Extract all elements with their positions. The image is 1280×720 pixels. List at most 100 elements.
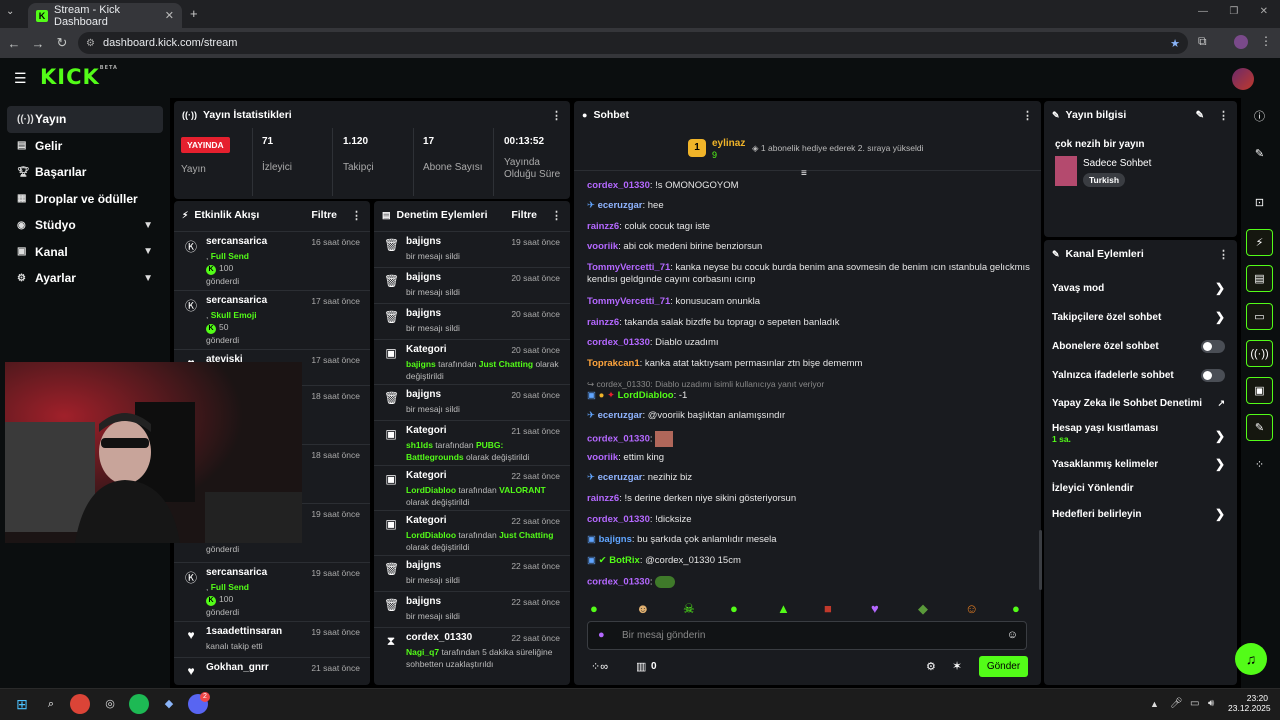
clock[interactable]: 23:20 23.12.2025 <box>1228 693 1271 713</box>
sidebar-item-droplar[interactable]: ▦ Droplar ve ödüller <box>7 186 163 213</box>
gifter-count: 9 <box>712 150 718 160</box>
hamburger-menu-icon[interactable]: ☰ <box>14 70 27 87</box>
gifter-name[interactable]: eylinaz <box>712 138 745 149</box>
sidebar-item-studyo[interactable]: ◉ Stüdyo ▼ <box>7 212 163 239</box>
address-bar[interactable]: ⚙ dashboard.kick.com/stream ★ <box>78 32 1188 54</box>
app-icon[interactable]: ◆ <box>159 694 179 714</box>
more-options-icon[interactable]: ⋮ <box>551 209 562 222</box>
tab-search-icon[interactable]: ⌄ <box>6 6 14 17</box>
slow-mode-row[interactable]: Yavaş mod ❯ <box>1052 281 1225 295</box>
category-name[interactable]: Sadece Sohbet <box>1083 158 1151 169</box>
edit-icon[interactable]: ✎ <box>1246 141 1273 168</box>
tag-chip[interactable]: Turkish <box>1083 173 1126 187</box>
restore-icon[interactable]: ❐ <box>1229 6 1238 17</box>
goals-row[interactable]: Hedefleri belirleyin ❯ <box>1052 507 1225 521</box>
chat-settings-icon[interactable]: ⚙ <box>926 660 936 673</box>
emote-icon[interactable]: ● <box>1012 601 1020 616</box>
tray-chevron-icon[interactable]: ▲ <box>1150 699 1159 709</box>
chrome-icon[interactable] <box>70 694 90 714</box>
emote-icon[interactable]: ☠ <box>683 601 695 617</box>
new-tab-icon[interactable]: + <box>190 6 198 21</box>
site-info-icon[interactable]: ⚙ <box>86 38 95 49</box>
raid-row[interactable]: İzleyici Yönlendir <box>1052 483 1225 494</box>
bookmark-star-icon[interactable]: ★ <box>1170 37 1180 50</box>
lightning-icon[interactable]: ⚡︎ <box>1246 229 1273 256</box>
minimize-icon[interactable]: — <box>1198 6 1208 17</box>
filter-button[interactable]: Filtre <box>511 209 537 221</box>
gifter-rank-badge: 1 <box>688 139 706 157</box>
followers-only-row[interactable]: Takipçilere özel sohbet ❯ <box>1052 310 1225 324</box>
pin-toggle-icon[interactable]: ≡ <box>801 168 807 179</box>
document-icon[interactable]: ▤ <box>1246 265 1273 292</box>
reload-icon[interactable]: ↻ <box>50 35 74 51</box>
shield-icon[interactable]: ✶ <box>952 659 962 673</box>
emoji-picker-icon[interactable]: ☺ <box>1007 629 1018 641</box>
sidebar-item-basarilar[interactable]: 🏆︎ Başarılar <box>7 159 163 186</box>
network-icon[interactable]: ▭ <box>1190 698 1199 709</box>
sidebar-item-gelir[interactable]: ▤ Gelir <box>7 133 163 160</box>
more-options-icon[interactable]: ⋮ <box>351 209 362 222</box>
emote-icon[interactable]: ◆ <box>918 601 928 617</box>
wrench-icon[interactable]: ✎ <box>1246 414 1273 441</box>
support-headset-icon[interactable]: ♫ <box>1235 643 1267 675</box>
gift-icon[interactable]: ▥ <box>636 660 646 673</box>
back-icon[interactable]: ← <box>2 36 26 51</box>
kick-logo[interactable]: KICKBETA <box>40 65 118 89</box>
browser-tab[interactable]: K Stream - Kick Dashboard ✕ <box>28 3 182 28</box>
microphone-icon[interactable]: ● <box>598 629 605 641</box>
edit-icon[interactable]: ✎ <box>1196 110 1204 121</box>
chat-input[interactable]: ● Bir mesaj gönderin ☺ <box>587 621 1027 650</box>
trash-icon: 🗑︎ <box>384 238 400 252</box>
browser-menu-icon[interactable]: ⋮ <box>1260 34 1272 48</box>
badge-icon: ● <box>598 390 608 401</box>
subs-only-toggle[interactable] <box>1201 340 1225 353</box>
volume-icon[interactable]: 🔊︎ <box>1208 698 1214 709</box>
chevron-right-icon: ❯ <box>1214 310 1225 324</box>
divider <box>332 128 333 196</box>
emote-icon[interactable]: ■ <box>824 601 832 616</box>
sidebar-item-ayarlar[interactable]: ⚙ Ayarlar ▼ <box>7 265 163 292</box>
panel-title: Sohbet <box>593 109 630 121</box>
emote-icon[interactable]: ☺ <box>965 601 978 616</box>
emote-icon[interactable]: ☻ <box>636 601 650 616</box>
focus-icon[interactable]: ⊡ <box>1246 190 1273 217</box>
app-icon[interactable]: ◎ <box>100 694 120 714</box>
panel-title: Yayın İstatistikleri <box>203 109 292 121</box>
window-close-icon[interactable]: ✕ <box>1260 6 1268 17</box>
send-button[interactable]: Gönder <box>979 656 1028 677</box>
spotify-icon[interactable] <box>129 694 149 714</box>
sidebar-item-kanal[interactable]: ▣ Kanal ▼ <box>7 239 163 266</box>
more-options-icon[interactable]: ⋮ <box>551 109 562 122</box>
moderation-panel: ▤ Denetim Eylemleri Filtre ⋮ 🗑︎ bajigns 19 sa… <box>374 201 570 685</box>
sidebar-item-yayin[interactable]: ((·)) Yayın <box>7 106 163 133</box>
chat-input-placeholder: Bir mesaj gönderin <box>622 630 706 641</box>
filter-button[interactable]: Filtre <box>311 209 337 221</box>
windows-start-icon[interactable]: ⊞ <box>12 694 32 714</box>
layout-icon[interactable]: ▣ <box>1246 377 1273 404</box>
search-icon[interactable]: ⌕ <box>41 694 61 714</box>
community-points-icon[interactable]: ⁘∞ <box>591 660 608 673</box>
stream-title: çok nezih bir yayın <box>1055 139 1145 150</box>
close-tab-icon[interactable]: ✕ <box>165 9 174 22</box>
emote-only-toggle[interactable] <box>1201 369 1225 382</box>
ai-moderation-row[interactable]: Yapay Zeka ile Sohbet Denetimi ↗ <box>1052 398 1225 409</box>
more-options-icon[interactable]: ⋮ <box>1218 248 1229 261</box>
chat-bubble-icon[interactable]: ▭ <box>1246 303 1273 330</box>
microphone-icon[interactable]: 🎤︎ <box>1170 698 1183 709</box>
broadcast-icon[interactable]: ((·)) <box>1246 340 1273 367</box>
emote-icon[interactable]: ♥ <box>871 601 879 616</box>
more-options-icon[interactable]: ⋮ <box>1218 109 1229 122</box>
banned-words-row[interactable]: Yasaklanmış kelimeler ❯ <box>1052 457 1225 471</box>
emote-icon[interactable]: ● <box>730 601 738 616</box>
chat-scrollbar[interactable] <box>1039 530 1042 590</box>
user-avatar[interactable] <box>1232 68 1254 90</box>
info-icon[interactable]: ⓘ <box>1246 104 1273 131</box>
emote-icon[interactable]: ▲ <box>777 601 790 616</box>
profile-avatar[interactable] <box>1234 35 1248 49</box>
more-options-icon[interactable]: ⋮ <box>1022 109 1033 122</box>
forward-icon[interactable]: → <box>26 36 50 51</box>
shapes-icon[interactable]: ⁘ <box>1246 452 1273 479</box>
emote-icon[interactable]: ● <box>590 601 598 616</box>
account-age-row[interactable]: Hesap yaşı kısıtlaması 1 sa. ❯ <box>1052 423 1225 445</box>
extensions-icon[interactable]: ⧉ <box>1198 34 1207 49</box>
